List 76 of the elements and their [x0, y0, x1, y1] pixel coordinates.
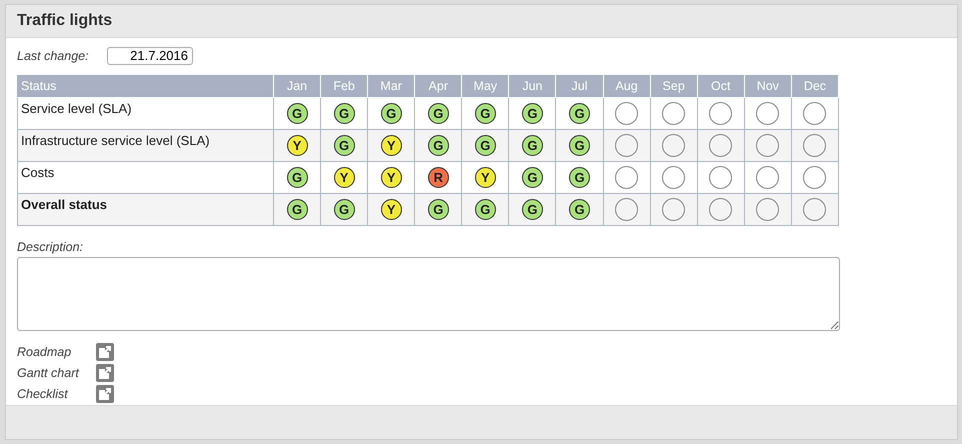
- empty-status-light: [756, 198, 780, 221]
- empty-status-light: [615, 166, 638, 189]
- last-change-label: Last change:: [17, 48, 90, 63]
- column-header: Jan: [274, 74, 321, 98]
- column-header: Jul: [556, 74, 604, 98]
- column-header: Nov: [744, 74, 792, 98]
- empty-status-light: [803, 166, 826, 189]
- empty-status-light: [615, 198, 638, 221]
- empty-status-light: [709, 102, 732, 125]
- empty-status-light: [662, 102, 686, 125]
- column-header: Dec: [791, 74, 838, 98]
- status-light: Y: [380, 198, 402, 220]
- row-label: Overall status: [18, 193, 274, 226]
- empty-status-light: [662, 166, 686, 189]
- status-light: G: [522, 102, 543, 124]
- status-light: G: [428, 134, 449, 156]
- column-header: Oct: [697, 74, 744, 98]
- empty-status-light: [756, 134, 780, 157]
- column-header: May: [462, 74, 509, 98]
- row-label: Costs: [18, 161, 274, 194]
- empty-status-light: [803, 198, 826, 221]
- open-link-icon[interactable]: [96, 364, 114, 382]
- status-light: Y: [286, 134, 308, 156]
- empty-status-light: [709, 134, 732, 157]
- empty-status-light: [756, 166, 780, 189]
- status-light: G: [286, 102, 308, 124]
- row-label: Service level (SLA): [18, 97, 274, 130]
- status-light: G: [522, 166, 543, 188]
- open-link-icon[interactable]: [96, 385, 114, 404]
- empty-status-light: [803, 102, 826, 125]
- status-light: G: [569, 166, 590, 188]
- status-light: G: [522, 134, 543, 156]
- status-light: G: [380, 102, 402, 124]
- empty-status-light: [709, 198, 732, 221]
- status-light: G: [569, 134, 590, 156]
- description-field[interactable]: [17, 256, 840, 331]
- empty-status-light: [662, 134, 686, 157]
- empty-status-light: [709, 166, 732, 189]
- column-header: Apr: [414, 74, 462, 98]
- status-light: G: [334, 198, 355, 220]
- empty-status-light: [662, 198, 686, 221]
- status-light: G: [428, 102, 449, 124]
- status-light: G: [334, 134, 355, 156]
- status-light: G: [569, 198, 590, 220]
- column-header: Mar: [368, 74, 415, 98]
- status-light: R: [428, 166, 449, 188]
- link-label: Checklist: [17, 387, 70, 402]
- empty-status-light: [615, 134, 638, 157]
- status-light: G: [334, 102, 355, 124]
- status-light: G: [428, 198, 449, 220]
- link-label: Gantt chart: [17, 366, 80, 380]
- column-header: Feb: [320, 74, 368, 98]
- status-light: G: [286, 198, 308, 220]
- panel-title: Traffic lights: [17, 12, 112, 30]
- empty-status-light: [615, 102, 638, 125]
- status-light: G: [522, 198, 543, 220]
- description-label: Description:: [17, 240, 84, 254]
- link-label: Roadmap: [17, 345, 72, 360]
- column-header: Aug: [603, 74, 650, 98]
- status-light: Y: [380, 134, 402, 156]
- row-label: Infrastructure service level (SLA): [18, 129, 274, 162]
- status-light: Y: [334, 166, 355, 188]
- column-header: Sep: [650, 74, 698, 98]
- column-header: Jun: [508, 74, 556, 98]
- status-light: G: [286, 166, 308, 188]
- open-link-icon[interactable]: [96, 343, 114, 362]
- status-light: G: [474, 102, 496, 124]
- empty-status-light: [803, 134, 826, 157]
- status-light: G: [474, 198, 496, 220]
- date-field[interactable]: 21.7.2016: [107, 46, 193, 65]
- status-light: Y: [474, 166, 496, 188]
- status-light: G: [569, 102, 590, 124]
- status-light: G: [474, 134, 496, 156]
- column-header: Status: [18, 74, 274, 98]
- status-light: Y: [380, 166, 402, 188]
- empty-status-light: [756, 102, 780, 125]
